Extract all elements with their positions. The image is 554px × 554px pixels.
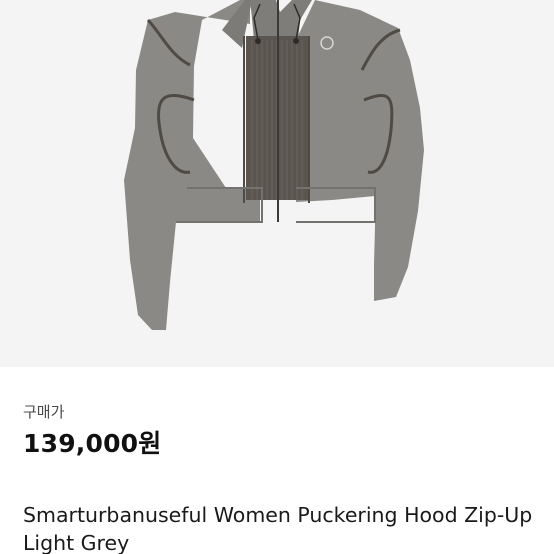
hoodie-body — [124, 0, 424, 330]
price-label: 구매가 — [23, 403, 65, 421]
zip-up-hoodie-illustration — [124, 0, 424, 330]
product-page: 구매가 139,000원 Smarturbanuseful Women Puck… — [0, 0, 554, 554]
price-section: 구매가 139,000원 — [23, 402, 543, 460]
price-value: 139,000원 — [23, 429, 162, 458]
product-image[interactable] — [0, 0, 554, 367]
product-title: Smarturbanuseful Women Puckering Hood Zi… — [23, 503, 533, 554]
